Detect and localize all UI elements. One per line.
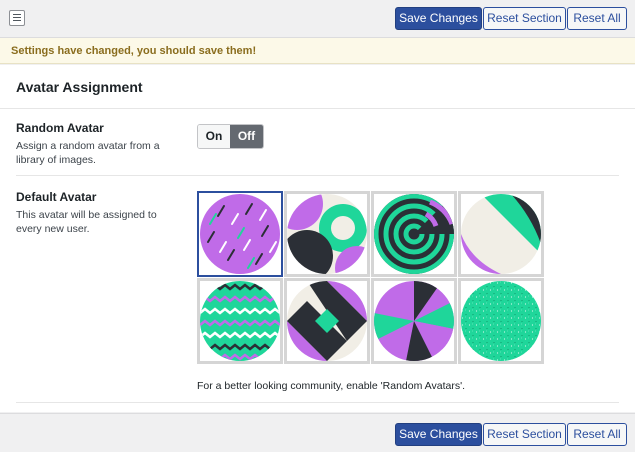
settings-changed-notice: Settings have changed, you should save t…	[0, 38, 635, 64]
dashes-purple-avatar-icon	[200, 194, 280, 274]
divider	[0, 108, 635, 109]
rings-avatar-icon	[374, 194, 454, 274]
random-avatar-label: Random Avatar	[16, 121, 104, 135]
list-menu-icon[interactable]	[9, 10, 25, 26]
zigzag-avatar-icon	[200, 281, 280, 361]
toggle-on-option[interactable]: On	[198, 125, 230, 148]
avatar-option-diagonal-band[interactable]	[458, 191, 544, 277]
toggle-off-option[interactable]: Off	[230, 125, 263, 148]
avatar-option-pinwheel[interactable]	[371, 278, 457, 364]
default-avatar-label: Default Avatar	[16, 190, 97, 204]
reset-section-button[interactable]: Reset Section	[483, 7, 566, 30]
speckled-avatar-icon	[461, 281, 541, 361]
diamond-avatar-icon	[287, 281, 367, 361]
divider	[16, 402, 619, 403]
top-toolbar: Save Changes Reset Section Reset All	[0, 0, 635, 38]
save-changes-button[interactable]: Save Changes	[395, 7, 482, 30]
section-title: Avatar Assignment	[16, 79, 143, 95]
avatar-option-dashes-purple[interactable]	[197, 191, 283, 277]
pinwheel-avatar-icon	[374, 281, 454, 361]
save-changes-button[interactable]: Save Changes	[395, 423, 482, 446]
divider	[16, 175, 619, 176]
random-avatar-toggle[interactable]: On Off	[197, 124, 264, 149]
reset-all-button[interactable]: Reset All	[567, 423, 627, 446]
reset-all-button[interactable]: Reset All	[567, 7, 627, 30]
random-avatars-hint: For a better looking community, enable '…	[197, 380, 466, 392]
avatar-option-speckled-green[interactable]	[458, 278, 544, 364]
avatar-option-zigzag-stripes[interactable]	[197, 278, 283, 364]
bottom-toolbar: Save Changes Reset Section Reset All	[0, 413, 635, 452]
avatar-option-concentric-rings[interactable]	[371, 191, 457, 277]
random-avatar-description: Assign a random avatar from a library of…	[16, 140, 160, 166]
default-avatar-description: This avatar will be assigned to every ne…	[16, 209, 157, 235]
avatar-option-diamond-chevron[interactable]	[284, 278, 370, 364]
diagonal-band-avatar-icon	[461, 194, 541, 274]
settings-panel: Avatar Assignment Random Avatar Assign a…	[0, 65, 635, 412]
arcs-avatar-icon	[287, 194, 367, 274]
reset-section-button[interactable]: Reset Section	[483, 423, 566, 446]
avatar-option-arcs-green-black[interactable]	[284, 191, 370, 277]
